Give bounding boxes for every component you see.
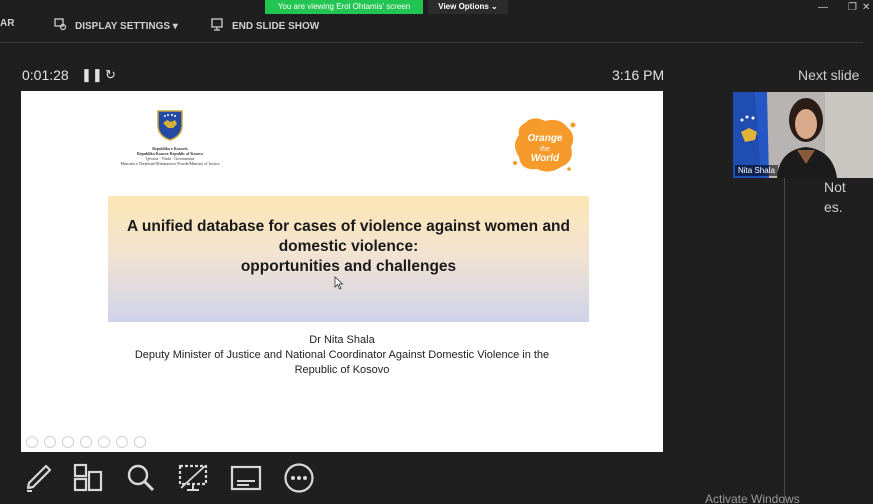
grid-icon <box>73 463 103 492</box>
slide-zoom-icon[interactable] <box>98 436 110 448</box>
slide-title-line-3: opportunities and challenges <box>240 258 457 275</box>
display-settings-icon <box>54 18 67 34</box>
toolbar-truncated-label: AR <box>0 18 15 29</box>
slide-prev-icon[interactable] <box>26 436 38 448</box>
slide-presenter-name: Dr Nita Shala <box>309 334 375 346</box>
subtitles-button[interactable] <box>230 462 262 494</box>
display-settings-label: DISPLAY SETTINGS ▾ <box>75 20 178 32</box>
slide-presenter-role-line-2: Republic of Kosovo <box>294 364 390 376</box>
current-slide: Republika e Kosovës Republika Kosova-Rep… <box>21 91 663 452</box>
close-icon[interactable]: ✕ <box>862 2 870 13</box>
end-slide-show-button[interactable]: END SLIDE SHOW <box>211 18 319 34</box>
crest-line-4: Ministria e Drejtësisë/Ministarstvo Prav… <box>120 161 220 166</box>
pen-icon <box>26 464 52 492</box>
slide-screen-icon[interactable] <box>116 436 128 448</box>
pause-icon[interactable]: ❚❚ <box>81 67 103 83</box>
see-all-slides-button[interactable] <box>72 462 104 494</box>
magnifier-icon <box>127 464 155 492</box>
slide-title-line-2: domestic violence: <box>278 238 419 255</box>
toolbar-truncated-item[interactable]: AR <box>0 18 14 29</box>
pen-tool-button[interactable] <box>22 462 54 494</box>
slide-next-icon[interactable] <box>44 436 56 448</box>
kosovo-crest-icon <box>157 110 183 141</box>
elapsed-timer: 0:01:28 <box>22 67 69 83</box>
svg-text:World: World <box>531 153 560 164</box>
restore-icon[interactable]: ❐ <box>848 2 857 13</box>
kosovo-government-logo: Republika e Kosovës Republika Kosova-Rep… <box>111 109 229 166</box>
slide-presenter-role-line-1: Deputy Minister of Justice and National … <box>134 349 550 361</box>
mouse-cursor-icon <box>334 276 344 290</box>
slide-more-icon[interactable] <box>134 436 146 448</box>
view-options-button[interactable]: View Options ⌄ <box>428 0 508 14</box>
more-icon <box>284 463 314 493</box>
subtitles-icon <box>230 465 262 491</box>
activate-windows-watermark: Activate Windows <box>705 492 800 504</box>
slide-annotation-tools <box>26 436 146 448</box>
end-slide-show-label: END SLIDE SHOW <box>232 20 320 32</box>
end-slide-show-icon <box>211 18 224 34</box>
next-slide-label: Next slide <box>798 67 860 83</box>
zoom-button[interactable] <box>125 462 157 494</box>
slide-title-line-1: A unified database for cases of violence… <box>126 218 570 235</box>
display-settings-button[interactable]: DISPLAY SETTINGS ▾ <box>54 18 178 34</box>
current-time: 3:16 PM <box>612 67 665 83</box>
screen-icon <box>178 464 208 491</box>
orange-the-world-logo: Orange the World <box>513 118 576 172</box>
slide-pen-icon[interactable] <box>62 436 74 448</box>
slide-title-box: A unified database for cases of violence… <box>108 196 589 322</box>
svg-text:Orange: Orange <box>527 133 562 144</box>
black-screen-button[interactable] <box>177 462 209 494</box>
participant-name-tag: Nita Shala <box>735 165 778 176</box>
more-options-button[interactable] <box>283 462 315 494</box>
screen-share-banner: You are viewing Erol Ohtamis' screen <box>265 0 423 14</box>
restart-icon[interactable]: ↻ <box>105 67 116 83</box>
slide-grid-icon[interactable] <box>80 436 92 448</box>
toolbar-divider <box>0 42 863 43</box>
speaker-notes: Not es. <box>824 179 846 215</box>
minimize-icon[interactable]: — <box>818 2 828 13</box>
svg-text:the: the <box>540 146 550 153</box>
